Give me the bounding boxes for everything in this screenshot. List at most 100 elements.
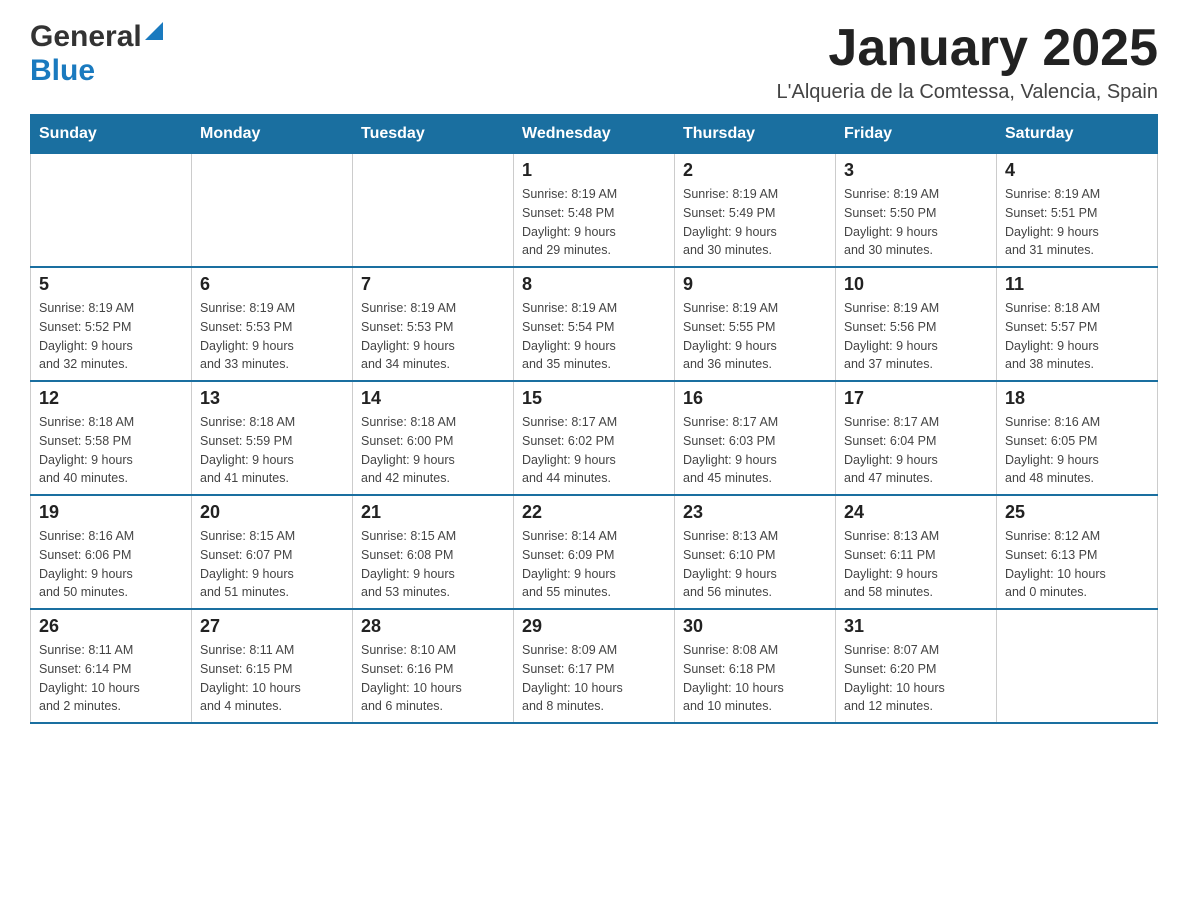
- day-of-week-saturday: Saturday: [997, 115, 1158, 154]
- day-cell-25: 25 Sunrise: 8:12 AMSunset: 6:13 PMDayligh…: [997, 495, 1158, 609]
- day-cell-27: 27 Sunrise: 8:11 AMSunset: 6:15 PMDayligh…: [192, 609, 353, 723]
- calendar-table: SundayMondayTuesdayWednesdayThursdayFrid…: [30, 114, 1158, 724]
- day-cell-5: 5Sunrise: 8:19 AMSunset: 5:52 PMDaylight…: [31, 267, 192, 381]
- day-info: Sunrise: 8:16 AMSunset: 6:06 PMDaylight:…: [39, 527, 183, 602]
- day-number: 19: [39, 502, 183, 523]
- calendar-header: SundayMondayTuesdayWednesdayThursdayFrid…: [31, 115, 1158, 154]
- calendar-body: 1 Sunrise: 8:19 AMSunset: 5:48 PMDaylight…: [31, 154, 1158, 724]
- day-cell-10: 10 Sunrise: 8:19 AMSunset: 5:56 PMDayligh…: [836, 267, 997, 381]
- day-info: Sunrise: 8:19 AMSunset: 5:56 PMDaylight:…: [844, 299, 988, 374]
- day-info: Sunrise: 8:14 AMSunset: 6:09 PMDaylight:…: [522, 527, 666, 602]
- day-cell-9: 9 Sunrise: 8:19 AMSunset: 5:55 PMDaylight…: [675, 267, 836, 381]
- day-info: Sunrise: 8:07 AMSunset: 6:20 PMDaylight:…: [844, 641, 988, 716]
- day-of-week-friday: Friday: [836, 115, 997, 154]
- day-info: Sunrise: 8:19 AMSunset: 5:55 PMDaylight:…: [683, 299, 827, 374]
- day-info: Sunrise: 8:19 AMSunset: 5:53 PMDaylight:…: [361, 299, 505, 374]
- empty-cell: [31, 154, 192, 268]
- day-number: 12: [39, 388, 183, 409]
- logo-blue-text: Blue: [30, 54, 95, 88]
- day-info: Sunrise: 8:08 AMSunset: 6:18 PMDaylight:…: [683, 641, 827, 716]
- day-number: 9: [683, 274, 827, 295]
- day-number: 27: [200, 616, 344, 637]
- day-cell-2: 2 Sunrise: 8:19 AMSunset: 5:49 PMDaylight…: [675, 154, 836, 268]
- day-number: 17: [844, 388, 988, 409]
- day-cell-30: 30 Sunrise: 8:08 AMSunset: 6:18 PMDayligh…: [675, 609, 836, 723]
- day-cell-29: 29Sunrise: 8:09 AMSunset: 6:17 PMDayligh…: [514, 609, 675, 723]
- week-row-3: 12Sunrise: 8:18 AMSunset: 5:58 PMDayligh…: [31, 381, 1158, 495]
- day-cell-24: 24 Sunrise: 8:13 AMSunset: 6:11 PMDayligh…: [836, 495, 997, 609]
- week-row-1: 1 Sunrise: 8:19 AMSunset: 5:48 PMDaylight…: [31, 154, 1158, 268]
- day-info: Sunrise: 8:19 AMSunset: 5:54 PMDaylight:…: [522, 299, 666, 374]
- day-cell-17: 17 Sunrise: 8:17 AMSunset: 6:04 PMDayligh…: [836, 381, 997, 495]
- week-row-2: 5Sunrise: 8:19 AMSunset: 5:52 PMDaylight…: [31, 267, 1158, 381]
- calendar-subtitle: L'Alqueria de la Comtessa, Valencia, Spa…: [777, 81, 1158, 104]
- day-number: 1: [522, 160, 666, 181]
- day-number: 8: [522, 274, 666, 295]
- logo-general-text: General: [30, 20, 142, 54]
- day-info: Sunrise: 8:17 AMSunset: 6:02 PMDaylight:…: [522, 413, 666, 488]
- day-cell-20: 20 Sunrise: 8:15 AMSunset: 6:07 PMDayligh…: [192, 495, 353, 609]
- day-of-week-sunday: Sunday: [31, 115, 192, 154]
- logo-triangle-icon: [145, 22, 163, 40]
- day-info: Sunrise: 8:15 AMSunset: 6:08 PMDaylight:…: [361, 527, 505, 602]
- day-number: 15: [522, 388, 666, 409]
- day-info: Sunrise: 8:10 AMSunset: 6:16 PMDaylight:…: [361, 641, 505, 716]
- day-cell-26: 26Sunrise: 8:11 AMSunset: 6:14 PMDayligh…: [31, 609, 192, 723]
- day-of-week-tuesday: Tuesday: [353, 115, 514, 154]
- day-cell-3: 3 Sunrise: 8:19 AMSunset: 5:50 PMDaylight…: [836, 154, 997, 268]
- day-number: 6: [200, 274, 344, 295]
- week-row-5: 26Sunrise: 8:11 AMSunset: 6:14 PMDayligh…: [31, 609, 1158, 723]
- day-info: Sunrise: 8:17 AMSunset: 6:04 PMDaylight:…: [844, 413, 988, 488]
- day-number: 2: [683, 160, 827, 181]
- day-number: 25: [1005, 502, 1149, 523]
- day-info: Sunrise: 8:13 AMSunset: 6:10 PMDaylight:…: [683, 527, 827, 602]
- day-number: 23: [683, 502, 827, 523]
- day-info: Sunrise: 8:18 AMSunset: 5:59 PMDaylight:…: [200, 413, 344, 488]
- day-cell-22: 22 Sunrise: 8:14 AMSunset: 6:09 PMDayligh…: [514, 495, 675, 609]
- day-cell-15: 15 Sunrise: 8:17 AMSunset: 6:02 PMDayligh…: [514, 381, 675, 495]
- day-number: 16: [683, 388, 827, 409]
- days-of-week-row: SundayMondayTuesdayWednesdayThursdayFrid…: [31, 115, 1158, 154]
- day-number: 13: [200, 388, 344, 409]
- day-number: 18: [1005, 388, 1149, 409]
- day-info: Sunrise: 8:15 AMSunset: 6:07 PMDaylight:…: [200, 527, 344, 602]
- day-cell-19: 19 Sunrise: 8:16 AMSunset: 6:06 PMDayligh…: [31, 495, 192, 609]
- day-number: 5: [39, 274, 183, 295]
- day-info: Sunrise: 8:19 AMSunset: 5:53 PMDaylight:…: [200, 299, 344, 374]
- day-cell-12: 12Sunrise: 8:18 AMSunset: 5:58 PMDayligh…: [31, 381, 192, 495]
- day-info: Sunrise: 8:17 AMSunset: 6:03 PMDaylight:…: [683, 413, 827, 488]
- calendar-title: January 2025: [777, 20, 1158, 77]
- day-of-week-thursday: Thursday: [675, 115, 836, 154]
- day-info: Sunrise: 8:11 AMSunset: 6:14 PMDaylight:…: [39, 641, 183, 716]
- day-number: 10: [844, 274, 988, 295]
- day-number: 3: [844, 160, 988, 181]
- day-info: Sunrise: 8:19 AMSunset: 5:50 PMDaylight:…: [844, 185, 988, 260]
- day-cell-18: 18 Sunrise: 8:16 AMSunset: 6:05 PMDayligh…: [997, 381, 1158, 495]
- day-info: Sunrise: 8:19 AMSunset: 5:49 PMDaylight:…: [683, 185, 827, 260]
- day-number: 21: [361, 502, 505, 523]
- week-row-4: 19 Sunrise: 8:16 AMSunset: 6:06 PMDayligh…: [31, 495, 1158, 609]
- day-cell-21: 21 Sunrise: 8:15 AMSunset: 6:08 PMDayligh…: [353, 495, 514, 609]
- day-number: 20: [200, 502, 344, 523]
- day-cell-14: 14Sunrise: 8:18 AMSunset: 6:00 PMDayligh…: [353, 381, 514, 495]
- day-info: Sunrise: 8:11 AMSunset: 6:15 PMDaylight:…: [200, 641, 344, 716]
- day-cell-28: 28 Sunrise: 8:10 AMSunset: 6:16 PMDayligh…: [353, 609, 514, 723]
- day-info: Sunrise: 8:16 AMSunset: 6:05 PMDaylight:…: [1005, 413, 1149, 488]
- day-number: 22: [522, 502, 666, 523]
- day-number: 4: [1005, 160, 1149, 181]
- day-cell-4: 4Sunrise: 8:19 AMSunset: 5:51 PMDaylight…: [997, 154, 1158, 268]
- day-number: 24: [844, 502, 988, 523]
- day-number: 31: [844, 616, 988, 637]
- day-info: Sunrise: 8:13 AMSunset: 6:11 PMDaylight:…: [844, 527, 988, 602]
- day-cell-1: 1 Sunrise: 8:19 AMSunset: 5:48 PMDaylight…: [514, 154, 675, 268]
- day-info: Sunrise: 8:12 AMSunset: 6:13 PMDaylight:…: [1005, 527, 1149, 602]
- day-cell-16: 16 Sunrise: 8:17 AMSunset: 6:03 PMDayligh…: [675, 381, 836, 495]
- day-cell-6: 6 Sunrise: 8:19 AMSunset: 5:53 PMDaylight…: [192, 267, 353, 381]
- day-cell-8: 8 Sunrise: 8:19 AMSunset: 5:54 PMDaylight…: [514, 267, 675, 381]
- empty-cell: [997, 609, 1158, 723]
- day-info: Sunrise: 8:19 AMSunset: 5:48 PMDaylight:…: [522, 185, 666, 260]
- day-number: 30: [683, 616, 827, 637]
- day-number: 28: [361, 616, 505, 637]
- empty-cell: [192, 154, 353, 268]
- page-header: General Blue January 2025 L'Alqueria de …: [30, 20, 1158, 104]
